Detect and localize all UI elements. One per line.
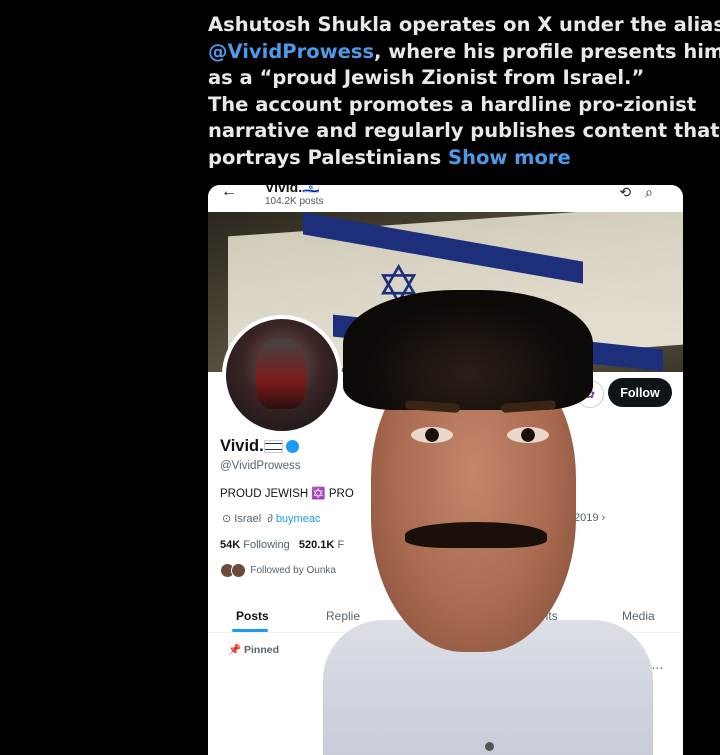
israel-flag-icon <box>263 440 283 454</box>
followed-by[interactable]: Followed by Ounka <box>220 563 336 578</box>
profile-link[interactable]: buymeac <box>276 513 321 525</box>
tweet-line-3: as a “proud Jewish Zionist from Israel.” <box>208 66 645 89</box>
username: @VividProwess <box>220 460 301 472</box>
tweet-line-6: portrays Palestinians Show more <box>208 145 708 172</box>
person-photo-overlay <box>323 290 653 755</box>
location-text: Israel <box>234 513 262 525</box>
tab-posts[interactable]: Posts <box>236 609 269 623</box>
hair <box>343 290 593 410</box>
tweet-line-2-rest: , where his profile presents him <box>374 39 720 63</box>
left-eye <box>411 427 453 443</box>
post-count: 104.2K posts <box>265 196 324 207</box>
tweet-line-4: The account promotes a hardline pro-zion… <box>208 92 697 116</box>
verified-badge-icon <box>285 440 299 454</box>
repeat-icon[interactable]: ⟲ <box>619 185 645 200</box>
topbar-icons: ⟲⌕ <box>619 185 667 201</box>
profile-topbar: ← Vivid.🇮🇱 104.2K posts ⟲⌕ <box>208 185 683 212</box>
tweet-line-5: narrative and regularly publishes conten… <box>208 119 720 142</box>
show-more-link[interactable]: Show more <box>448 146 571 169</box>
arrow-left-icon[interactable]: ← <box>221 185 237 201</box>
right-eye <box>507 427 549 443</box>
tweet-line-2: @VividProwess, where his profile present… <box>208 39 720 66</box>
pinned-text: Pinned <box>244 644 280 656</box>
tweet-line-6-text: portrays Palestinians <box>208 145 442 169</box>
embedded-screenshot: ← Vivid.🇮🇱 104.2K posts ⟲⌕ ✡ ✿ Follow Vi… <box>208 185 683 755</box>
tweet-text: Ashutosh Shukla operates on X under the … <box>208 12 720 172</box>
link-icon: ∂ <box>267 513 273 525</box>
following-stat[interactable]: 54K Following <box>220 539 290 551</box>
display-name: Vivid. <box>220 437 299 456</box>
profile-meta: ⊙ Israel ∂ buymeac <box>222 512 320 525</box>
ellipsis-icon[interactable]: ⋯ <box>651 661 663 675</box>
following-label: Following <box>243 539 290 551</box>
avatar-figure <box>256 339 306 409</box>
pinned-label: 📌 Pinned <box>228 643 279 656</box>
tweet-line-1: Ashutosh Shukla operates on X under the … <box>208 13 720 36</box>
pin-icon: 📌 <box>228 644 242 656</box>
shirt-button <box>485 742 494 751</box>
mention-link[interactable]: @VividProwess <box>208 40 374 63</box>
location-icon: ⊙ <box>222 513 232 525</box>
following-count: 54K <box>220 539 241 551</box>
display-name-text: Vivid. <box>220 437 264 455</box>
avatar <box>231 563 246 578</box>
search-icon[interactable]: ⌕ <box>645 185 667 200</box>
mustache <box>405 522 547 548</box>
header-title: Vivid.🇮🇱 <box>265 185 320 195</box>
